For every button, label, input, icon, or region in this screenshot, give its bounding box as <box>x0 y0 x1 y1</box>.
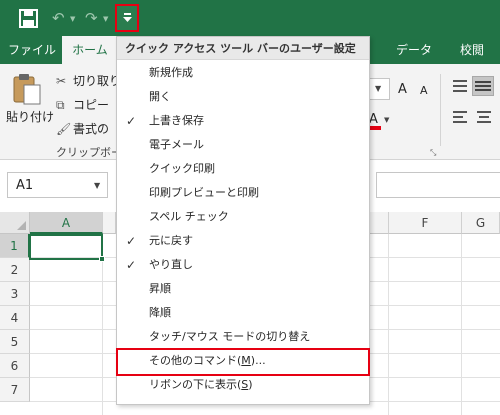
customize-qat-dropdown-icon <box>123 13 132 22</box>
menu-item-new[interactable]: 新規作成 <box>117 61 369 85</box>
copy-icon: ⧉ <box>56 98 65 112</box>
excel-window: ↶ ▼ ↷ ▼ ファイル ホーム データ 校閲 貼り付け ✂ 切り取り ⧉ コピー <box>0 0 500 415</box>
select-all-button[interactable] <box>0 212 30 234</box>
menu-item-touch-mouse-mode[interactable]: タッチ/マウス モードの切り替え <box>117 325 369 349</box>
gridline <box>388 234 389 415</box>
column-header-b[interactable] <box>103 212 116 234</box>
redo-icon[interactable]: ↷ <box>85 11 98 26</box>
row-header-3[interactable]: 3 <box>0 282 30 306</box>
clipboard-group-label: クリップボー <box>56 146 122 159</box>
menu-item-label: 開く <box>149 90 171 103</box>
menu-item-label: 上書き保存 <box>149 114 204 127</box>
align-top-icon[interactable] <box>452 78 468 94</box>
check-icon: ✓ <box>126 234 137 248</box>
row-header-5[interactable]: 5 <box>0 330 30 354</box>
menu-item-show-below-ribbon[interactable]: リボンの下に表示(S) <box>117 373 369 397</box>
paste-button-label[interactable]: 貼り付け <box>6 108 54 125</box>
name-box[interactable]: A1 ▼ <box>7 172 108 198</box>
group-divider <box>440 74 441 146</box>
menu-item-label: スペル チェック <box>149 210 229 223</box>
format-painter-label: 書式の <box>73 122 110 136</box>
label-text: ) <box>248 378 253 391</box>
menu-item-undo[interactable]: ✓ 元に戻す <box>117 229 369 253</box>
copy-button[interactable]: ⧉ コピー <box>56 96 109 113</box>
menu-item-label: タッチ/マウス モードの切り替え <box>149 330 311 343</box>
row-header-7[interactable]: 7 <box>0 378 30 402</box>
customize-qat-button[interactable] <box>115 4 139 32</box>
menu-item-print-preview[interactable]: 印刷プレビューと印刷 <box>117 181 369 205</box>
dialog-launcher-icon[interactable]: ⤡ <box>430 148 436 158</box>
format-painter-icon: 🖌 <box>56 122 72 136</box>
menu-item-spell-check[interactable]: スペル チェック <box>117 205 369 229</box>
select-all-icon <box>17 221 26 230</box>
menu-item-label: 印刷プレビューと印刷 <box>149 186 259 199</box>
gridline <box>461 234 462 415</box>
tab-data[interactable]: データ <box>388 36 440 64</box>
undo-dropdown-icon[interactable]: ▼ <box>70 15 75 23</box>
column-header-a[interactable]: A <box>30 212 103 234</box>
row-header-4[interactable]: 4 <box>0 306 30 330</box>
column-header-g[interactable]: G <box>462 212 500 234</box>
paste-icon[interactable] <box>12 72 42 106</box>
tab-home[interactable]: ホーム <box>62 36 118 64</box>
chevron-down-icon[interactable]: ▼ <box>94 181 100 190</box>
label-text: リボンの下に表示( <box>149 378 242 391</box>
menu-item-label: クイック印刷 <box>149 162 215 175</box>
align-middle-button[interactable] <box>472 76 494 96</box>
cut-label: 切り取り <box>73 74 122 88</box>
menu-item-label: やり直し <box>149 258 193 271</box>
chevron-down-icon: ▼ <box>375 84 382 93</box>
align-left-icon[interactable] <box>452 110 468 124</box>
row-header-2[interactable]: 2 <box>0 258 30 282</box>
menu-item-label: 電子メール <box>149 138 204 151</box>
row-header-1[interactable]: 1 <box>0 234 30 258</box>
formula-input[interactable] <box>376 172 500 198</box>
undo-icon[interactable]: ↶ <box>52 11 65 26</box>
save-icon[interactable] <box>19 9 38 28</box>
grow-font-button[interactable]: A <box>398 82 407 97</box>
tab-file[interactable]: ファイル <box>6 36 58 64</box>
menu-item-save[interactable]: ✓ 上書き保存 <box>117 109 369 133</box>
align-middle-icon <box>475 81 491 91</box>
column-header-e[interactable] <box>370 212 389 234</box>
align-center-icon[interactable] <box>476 110 492 124</box>
shrink-font-button[interactable]: A <box>420 84 428 97</box>
tab-review[interactable]: 校閲 <box>448 36 496 64</box>
cut-button[interactable]: ✂ 切り取り <box>56 72 121 89</box>
menu-item-label: リボンの下に表示(S) <box>149 373 253 397</box>
menu-item-sort-ascending[interactable]: 昇順 <box>117 277 369 301</box>
scissors-icon: ✂ <box>56 74 67 88</box>
check-icon: ✓ <box>126 114 137 128</box>
redo-dropdown-icon[interactable]: ▼ <box>103 15 108 23</box>
menu-item-quick-print[interactable]: クイック印刷 <box>117 157 369 181</box>
menu-item-label: 新規作成 <box>149 66 193 79</box>
name-box-value: A1 <box>16 178 34 193</box>
menu-item-sort-descending[interactable]: 降順 <box>117 301 369 325</box>
menu-item-label: 昇順 <box>149 282 171 295</box>
menu-item-email[interactable]: 電子メール <box>117 133 369 157</box>
highlight-annotation <box>116 348 370 376</box>
check-icon: ✓ <box>126 258 137 272</box>
column-header-f[interactable]: F <box>389 212 462 234</box>
menu-item-open[interactable]: 開く <box>117 85 369 109</box>
font-color-dropdown-icon[interactable]: ▼ <box>384 116 389 124</box>
menu-item-redo[interactable]: ✓ やり直し <box>117 253 369 277</box>
row-header-6[interactable]: 6 <box>0 354 30 378</box>
copy-label: コピー <box>73 98 110 112</box>
fill-handle[interactable] <box>99 256 105 262</box>
menu-header: クイック アクセス ツール バーのユーザー設定 <box>117 37 369 60</box>
font-size-dropdown[interactable]: ▼ <box>368 78 390 100</box>
format-painter-button[interactable]: 🖌 書式の <box>56 120 109 137</box>
menu-item-label: 降順 <box>149 306 171 319</box>
active-cell-a1[interactable] <box>29 234 105 262</box>
menu-item-label: 元に戻す <box>149 234 193 247</box>
font-color-button[interactable]: A <box>369 112 378 127</box>
quick-access-toolbar: ↶ ▼ ↷ ▼ <box>0 0 500 36</box>
